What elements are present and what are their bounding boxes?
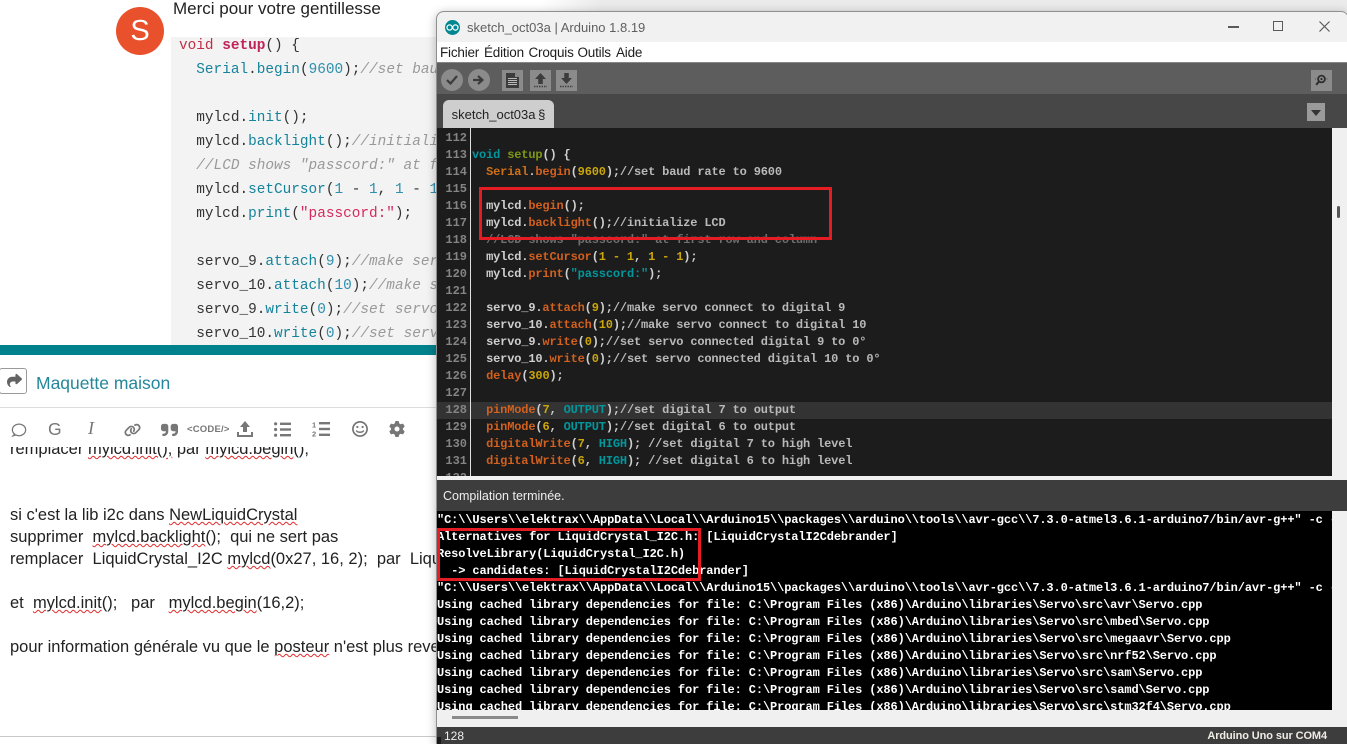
svg-text:2: 2 [312,429,316,437]
svg-text:1: 1 [312,421,316,430]
